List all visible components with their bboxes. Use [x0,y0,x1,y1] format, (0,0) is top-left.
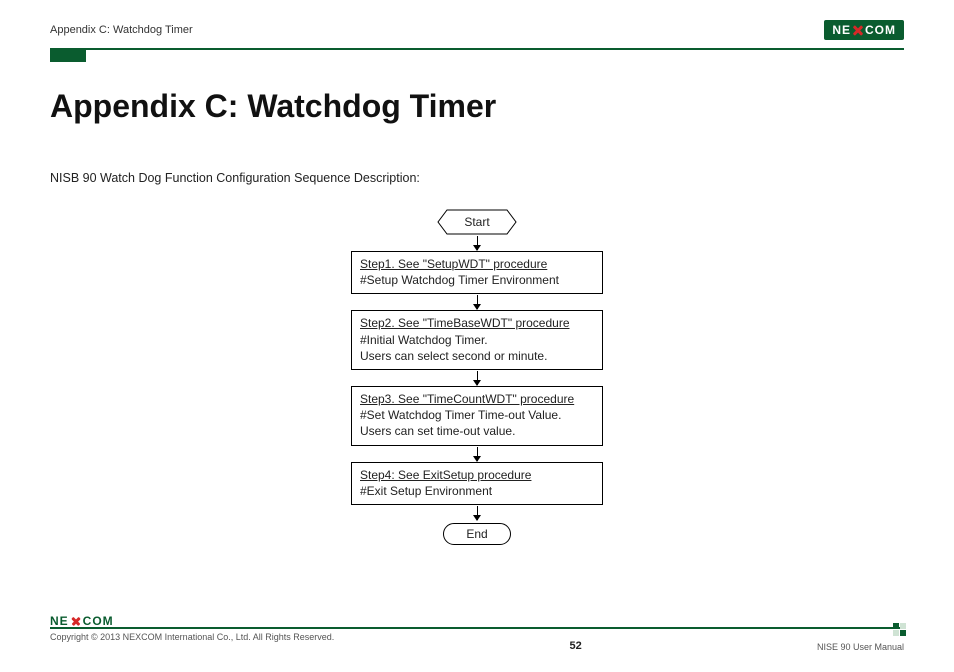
step4-title: Step4: See ExitSetup procedure [360,467,594,483]
flow-step-4: Step4: See ExitSetup procedure #Exit Set… [351,462,603,505]
arrow-down-icon [477,447,478,461]
page-footer: NE COM Copyright © 2013 NEXCOM Internati… [50,627,904,658]
step1-title: Step1. See "SetupWDT" procedure [360,256,594,272]
logo-text-right: COM [865,23,896,37]
arrow-down-icon [477,371,478,385]
step4-desc: #Exit Setup Environment [360,483,594,499]
footer-logo-left: NE [50,614,69,628]
brand-logo: NE COM [824,20,904,40]
flow-start-node: Start [437,209,517,235]
flow-start-label: Start [464,215,489,229]
step3-title: Step3. See "TimeCountWDT" procedure [360,391,594,407]
step2-desc: #Initial Watchdog Timer. Users can selec… [360,332,594,364]
footer-row: NE COM Copyright © 2013 NEXCOM Internati… [50,632,904,658]
flow-step-1: Step1. See "SetupWDT" procedure #Setup W… [351,251,603,294]
flow-end-label: End [466,527,487,541]
footer-left: NE COM Copyright © 2013 NEXCOM Internati… [50,632,334,658]
doc-name: NISE 90 User Manual [817,642,904,652]
page-header: Appendix C: Watchdog Timer NE COM [50,18,904,42]
nexcom-footer-logo-icon: NE COM [50,614,334,628]
step3-desc: #Set Watchdog Timer Time-out Value. User… [360,407,594,439]
header-tab-decor [50,50,86,62]
flow-step-2: Step2. See "TimeBaseWDT" procedure #Init… [351,310,603,370]
nexcom-logo-icon: NE COM [824,20,904,40]
header-title: Appendix C: Watchdog Timer [50,24,193,36]
arrow-down-icon [477,236,478,250]
intro-text: NISB 90 Watch Dog Function Configuration… [50,171,904,185]
arrow-down-icon [477,506,478,520]
page-number: 52 [334,640,817,652]
page-title: Appendix C: Watchdog Timer [50,88,904,125]
flow-step-3: Step3. See "TimeCountWDT" procedure #Set… [351,386,603,446]
step2-title: Step2. See "TimeBaseWDT" procedure [360,315,594,331]
footer-squares-icon [893,623,906,636]
header-rule [50,48,904,50]
footer-logo-right: COM [83,614,114,628]
arrow-down-icon [477,295,478,309]
flowchart: Start Step1. See "SetupWDT" procedure #S… [347,209,607,545]
logo-x-icon [852,24,864,36]
flow-end-node: End [443,523,510,545]
step1-desc: #Setup Watchdog Timer Environment [360,272,594,288]
logo-x-icon [70,615,82,627]
logo-text-left: NE [832,23,851,37]
copyright-text: Copyright © 2013 NEXCOM International Co… [50,632,334,642]
